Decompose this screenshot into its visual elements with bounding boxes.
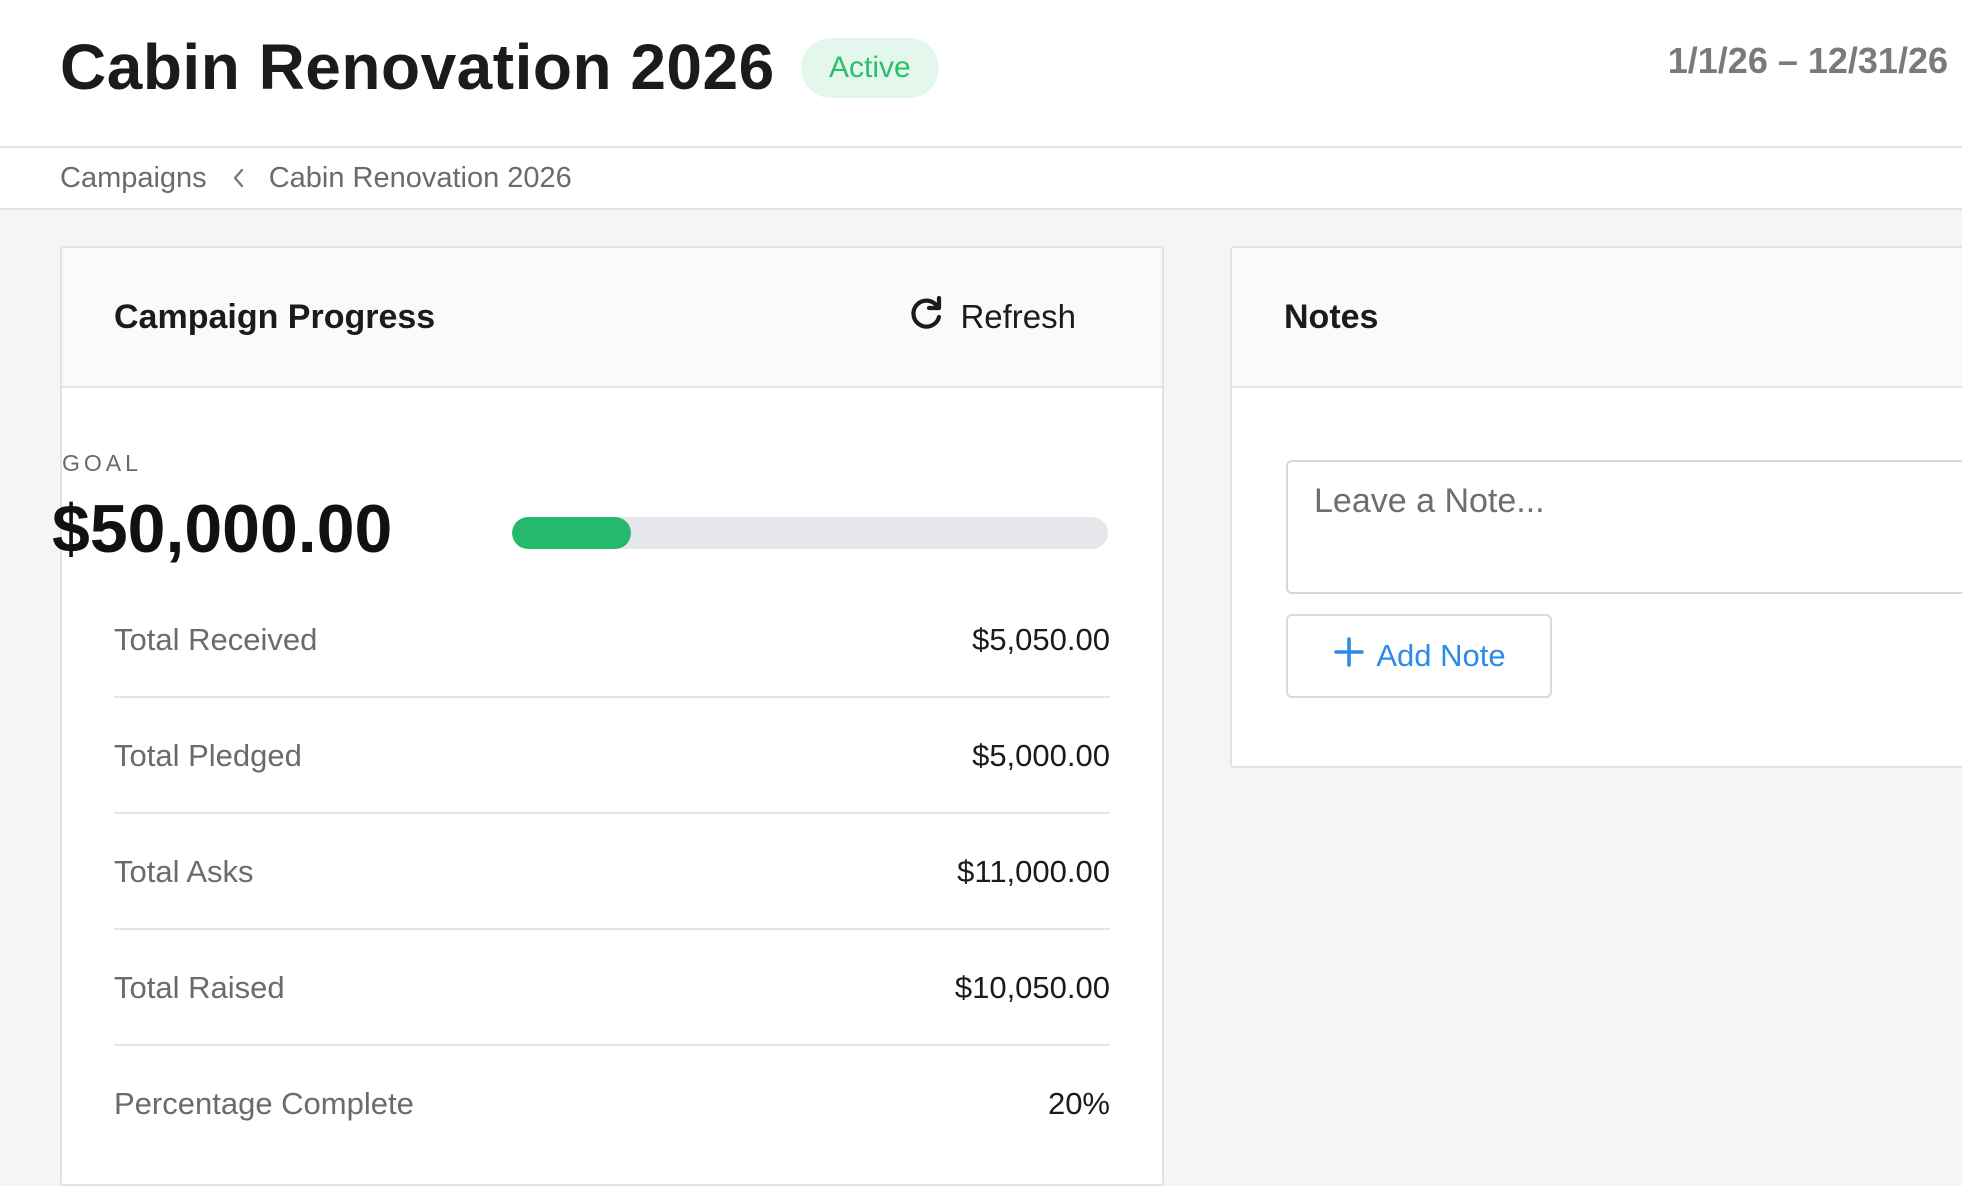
- stat-row-total-asks: Total Asks $11,000.00: [114, 814, 1110, 930]
- stat-label: Percentage Complete: [114, 1086, 414, 1121]
- stat-value: 20%: [1047, 1086, 1110, 1121]
- status-badge: Active: [801, 38, 939, 98]
- stat-label: Total Received: [114, 622, 318, 657]
- note-textarea[interactable]: [1286, 460, 1962, 594]
- stat-row-total-received: Total Received $5,050.00: [114, 582, 1110, 698]
- stat-label: Total Pledged: [114, 738, 302, 773]
- breadcrumb: Campaigns Cabin Renovation 2026: [0, 148, 1962, 210]
- refresh-icon: [906, 293, 946, 341]
- refresh-label: Refresh: [960, 298, 1076, 335]
- stat-value: $10,050.00: [954, 970, 1110, 1005]
- goal-progress-fill: [512, 517, 632, 549]
- stat-row-percentage-complete: Percentage Complete 20%: [114, 1046, 1110, 1162]
- date-range: 1/1/26 – 12/31/26: [1667, 40, 1948, 81]
- add-note-button[interactable]: Add Note: [1286, 614, 1552, 698]
- breadcrumb-campaigns-link[interactable]: Campaigns: [60, 162, 207, 195]
- add-note-label: Add Note: [1376, 638, 1506, 673]
- stat-label: Total Asks: [114, 854, 254, 889]
- page-header: Cabin Renovation 2026 Active 1/1/26 – 12…: [0, 0, 1962, 148]
- card-title: Campaign Progress: [114, 298, 436, 336]
- notes-card: Notes Add Note: [1230, 246, 1962, 768]
- stat-label: Total Raised: [114, 970, 285, 1005]
- stat-value: $5,000.00: [972, 738, 1110, 773]
- stat-value: $5,050.00: [972, 622, 1110, 657]
- goal-progress-bar: [512, 517, 1108, 549]
- chevron-left-icon: [231, 167, 245, 189]
- page-title: Cabin Renovation 2026: [60, 31, 775, 103]
- stat-row-total-raised: Total Raised $10,050.00: [114, 930, 1110, 1046]
- breadcrumb-current: Cabin Renovation 2026: [268, 161, 572, 194]
- card-title: Notes: [1284, 298, 1379, 336]
- goal-label: GOAL: [62, 450, 142, 476]
- stat-row-total-pledged: Total Pledged $5,000.00: [114, 698, 1110, 814]
- plus-icon: [1332, 635, 1366, 677]
- card-header: Campaign Progress Refresh: [62, 248, 1162, 388]
- refresh-button[interactable]: Refresh: [906, 294, 1076, 340]
- stat-value: $11,000.00: [957, 854, 1110, 889]
- card-header: Notes: [1232, 248, 1962, 388]
- goal-amount: $50,000.00: [52, 491, 393, 567]
